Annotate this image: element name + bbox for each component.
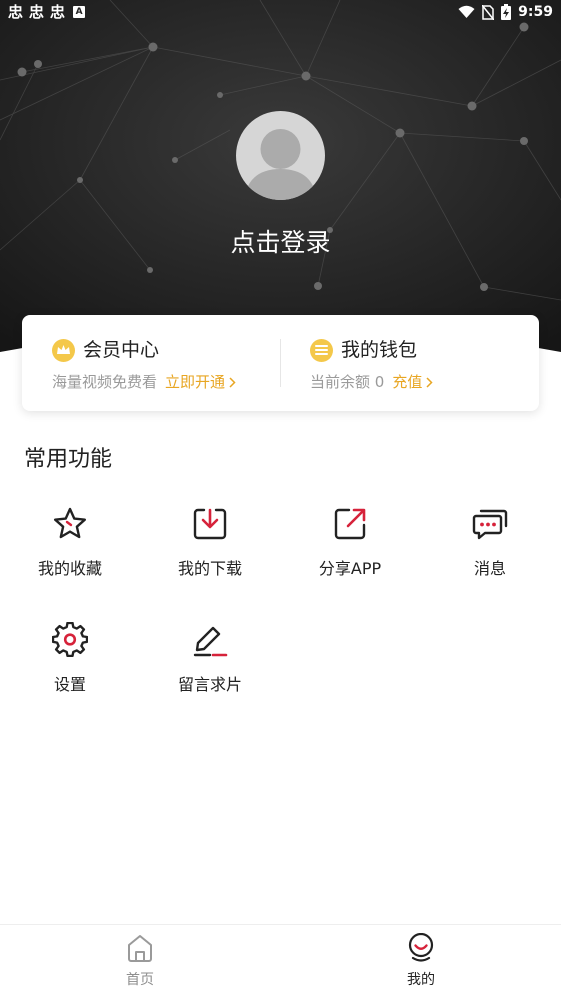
notification-icons: 忠 忠 忠 A: [8, 3, 86, 21]
wallet-section[interactable]: 我的钱包 当前余额 0 充值: [310, 315, 530, 411]
crown-icon: [52, 338, 75, 362]
request-movie-label: 留言求片: [177, 675, 242, 694]
clock: 9:59: [518, 4, 553, 20]
vip-activate-link[interactable]: 立即开通: [165, 372, 225, 392]
notification-icon: 忠: [50, 3, 66, 21]
status-bar: 忠 忠 忠 A 9:59: [0, 0, 561, 24]
wallet-title: 我的钱包: [341, 339, 418, 361]
home-icon: [128, 935, 152, 962]
login-link[interactable]: 点击登录: [0, 226, 561, 260]
system-icons: 9:59: [458, 2, 553, 22]
wallet-coin-icon: [310, 338, 333, 362]
settings-label: 设置: [53, 675, 86, 694]
share-app-label: 分享APP: [318, 559, 382, 578]
tab-home[interactable]: 首页: [70, 925, 210, 997]
downloads-button[interactable]: 我的下载: [140, 506, 280, 586]
tab-mine[interactable]: 我的: [351, 925, 491, 997]
download-icon: [193, 508, 227, 540]
battery-charging-icon: [501, 4, 512, 20]
wifi-icon: [458, 5, 475, 18]
default-avatar-icon: [244, 129, 317, 200]
gear-icon: [52, 622, 88, 658]
star-icon: [54, 507, 86, 539]
profile-icon: [408, 933, 434, 962]
messages-label: 消息: [473, 559, 506, 578]
favorites-label: 我的收藏: [37, 559, 102, 578]
tab-mine-label: 我的: [407, 972, 435, 988]
downloads-label: 我的下载: [177, 559, 242, 578]
chevron-right-icon: [426, 376, 433, 388]
vip-center-title: 会员中心: [83, 339, 160, 361]
bottom-tab-bar: 首页 我的: [0, 924, 561, 997]
no-sim-icon: [482, 4, 495, 20]
notification-icon: 忠: [29, 3, 45, 21]
member-card: 会员中心 海量视频免费看 立即开通 我的钱包 当前余额 0 充值: [22, 315, 539, 411]
profile-header: 忠 忠 忠 A 9:59 点击登录: [0, 0, 561, 360]
favorites-button[interactable]: 我的收藏: [0, 506, 140, 586]
share-icon: [334, 508, 366, 540]
avatar[interactable]: [236, 111, 325, 200]
settings-button[interactable]: 设置: [0, 622, 140, 702]
edit-icon: [193, 626, 228, 657]
chevron-right-icon: [229, 376, 236, 388]
card-divider: [280, 339, 281, 387]
notification-icon: 忠: [8, 3, 24, 21]
share-app-button[interactable]: 分享APP: [280, 506, 420, 586]
request-movie-button[interactable]: 留言求片: [140, 622, 280, 702]
wallet-balance: 当前余额 0: [310, 373, 385, 391]
section-title: 常用功能: [24, 447, 113, 472]
vip-center-subtitle: 海量视频免费看: [52, 373, 158, 391]
recharge-link[interactable]: 充值: [392, 372, 422, 392]
tab-home-label: 首页: [126, 972, 154, 988]
messages-button[interactable]: 消息: [420, 506, 560, 586]
a-indicator-icon: A: [73, 6, 86, 18]
vip-center-section[interactable]: 会员中心 海量视频免费看 立即开通: [52, 315, 282, 411]
message-icon: [472, 509, 508, 540]
